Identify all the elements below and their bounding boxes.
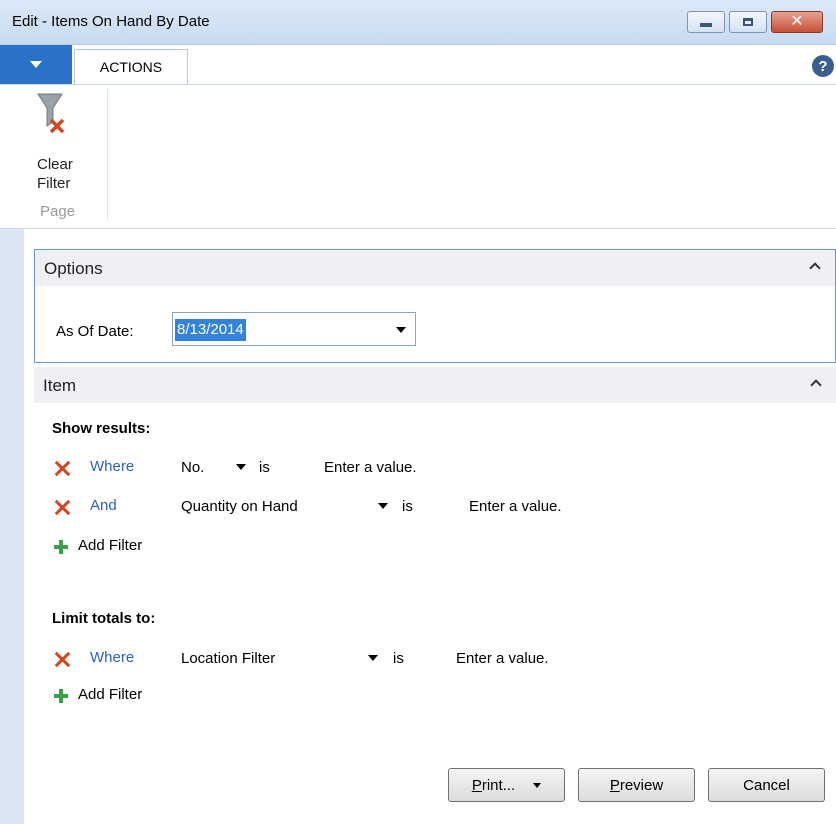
ribbon-separator xyxy=(107,89,108,220)
dropdown-arrow-icon[interactable] xyxy=(396,327,406,333)
filter-value-input[interactable]: Enter a value. xyxy=(324,459,417,476)
field-dropdown-icon[interactable] xyxy=(236,464,246,470)
minimize-icon xyxy=(700,23,712,27)
field-dropdown-icon[interactable] xyxy=(378,503,388,509)
ribbon-group-page: Page xyxy=(40,203,76,220)
close-button[interactable]: ✕ xyxy=(771,11,823,33)
add-filter-icon[interactable] xyxy=(54,689,68,703)
print-label: Print... xyxy=(471,776,516,794)
help-icon[interactable]: ? xyxy=(812,55,834,77)
filter-operator: is xyxy=(259,459,270,476)
request-page-content: Options As Of Date: 8/13/2014 Item Show … xyxy=(24,229,836,824)
as-of-date-field[interactable]: 8/13/2014 xyxy=(172,312,416,346)
add-filter-row[interactable]: Add Filter xyxy=(54,537,834,561)
show-results-label: Show results: xyxy=(52,420,151,437)
filter-field[interactable]: Quantity on Hand xyxy=(181,498,298,515)
window-title: Edit - Items On Hand By Date xyxy=(12,13,210,30)
add-filter-row[interactable]: Add Filter xyxy=(54,686,834,710)
filter-row: And Quantity on Hand is Enter a value. xyxy=(54,497,834,521)
item-title: Item xyxy=(43,376,77,395)
filter-connector[interactable]: Where xyxy=(90,649,134,666)
as-of-date-value[interactable]: 8/13/2014 xyxy=(175,319,246,341)
clear-filter-button[interactable]: Clear Filter xyxy=(37,155,73,193)
remove-filter-icon[interactable] xyxy=(54,499,70,515)
options-fasttab: Options As Of Date: 8/13/2014 xyxy=(34,249,836,363)
ribbon-tab-bar: ACTIONS ? xyxy=(0,45,836,85)
filter-operator: is xyxy=(393,650,404,667)
filter-connector[interactable]: And xyxy=(90,497,117,514)
remove-filter-icon[interactable] xyxy=(54,651,70,667)
filter-operator: is xyxy=(402,498,413,515)
preview-button[interactable]: Preview xyxy=(578,768,695,802)
options-title: Options xyxy=(44,259,103,278)
options-header[interactable]: Options xyxy=(35,250,835,286)
filter-field[interactable]: Location Filter xyxy=(181,650,275,667)
maximize-button[interactable] xyxy=(729,11,767,33)
filter-row: Where Location Filter is Enter a value. xyxy=(54,649,834,673)
filter-connector[interactable]: Where xyxy=(90,458,134,475)
caret-down-icon xyxy=(30,61,42,68)
as-of-date-label: As Of Date: xyxy=(56,323,134,340)
filter-value-input[interactable]: Enter a value. xyxy=(469,498,562,515)
clear-filter-label-line1: Clear xyxy=(37,156,73,173)
print-dropdown-icon[interactable] xyxy=(533,782,542,788)
title-bar: Edit - Items On Hand By Date ✕ xyxy=(0,0,836,45)
filter-field[interactable]: No. xyxy=(181,459,204,476)
left-margin-bar xyxy=(0,229,24,824)
add-filter-icon[interactable] xyxy=(54,540,68,554)
minimize-button[interactable] xyxy=(687,11,725,33)
item-header[interactable]: Item xyxy=(34,367,836,403)
limit-totals-label: Limit totals to: xyxy=(52,610,156,627)
add-filter-link[interactable]: Add Filter xyxy=(78,537,142,554)
filter-row: Where No. is Enter a value. xyxy=(54,458,834,482)
ribbon: Clear Filter Page xyxy=(0,85,836,229)
remove-filter-icon[interactable] xyxy=(54,460,70,476)
filter-value-input[interactable]: Enter a value. xyxy=(456,650,549,667)
field-dropdown-icon[interactable] xyxy=(368,655,378,661)
dialog-window: Edit - Items On Hand By Date ✕ ACTIONS ?… xyxy=(0,0,836,824)
clear-filter-label-line2: Filter xyxy=(37,175,71,192)
app-menu-button[interactable] xyxy=(0,45,72,84)
collapse-chevron-icon[interactable] xyxy=(810,379,822,391)
preview-label: Preview xyxy=(609,776,664,794)
tab-actions[interactable]: ACTIONS xyxy=(74,49,188,84)
maximize-icon xyxy=(743,18,753,26)
clear-filter-icon[interactable] xyxy=(35,90,65,150)
cancel-button[interactable]: Cancel xyxy=(708,768,825,802)
close-icon: ✕ xyxy=(790,13,804,30)
add-filter-link[interactable]: Add Filter xyxy=(78,686,142,703)
collapse-chevron-icon[interactable] xyxy=(809,262,821,274)
print-button[interactable]: Print... xyxy=(448,768,565,802)
